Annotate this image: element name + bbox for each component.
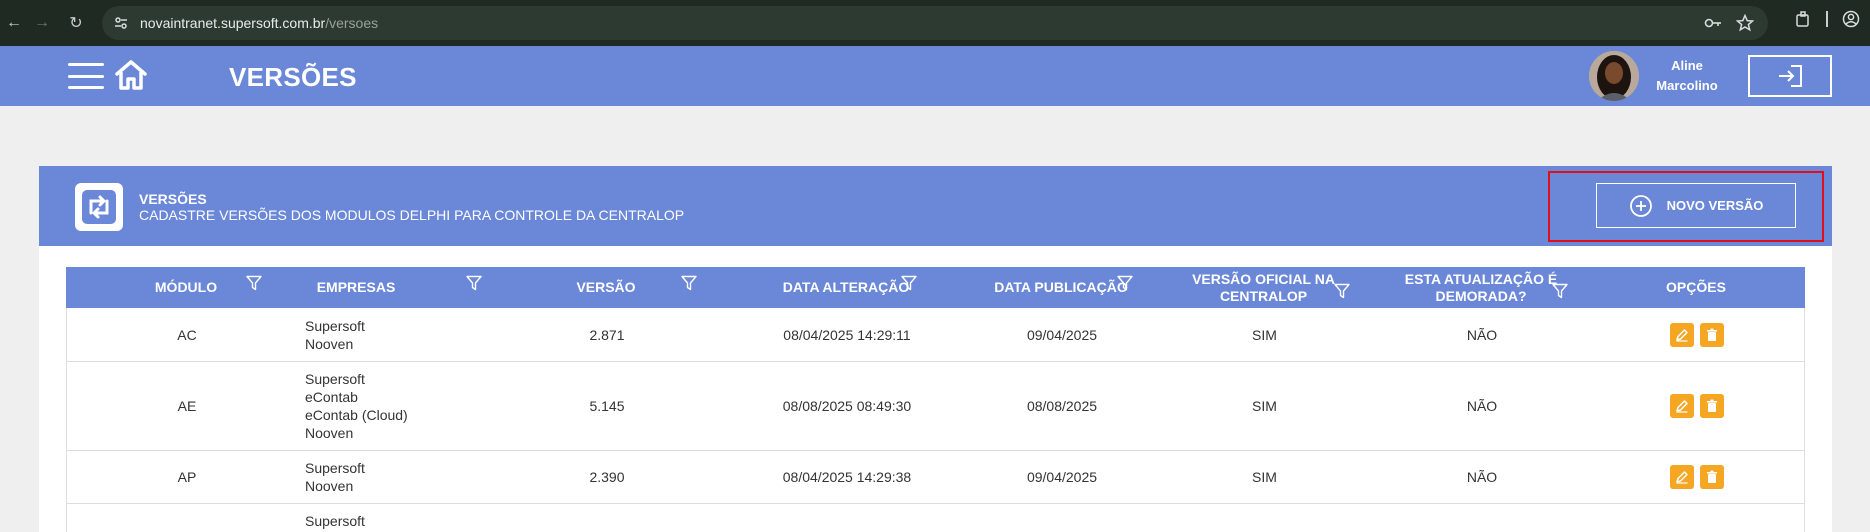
pencil-icon <box>1676 471 1688 484</box>
delete-button[interactable] <box>1700 394 1724 418</box>
logout-button[interactable] <box>1748 55 1832 97</box>
bookmark-star-icon[interactable] <box>1736 14 1754 32</box>
page-title: VERSÕES <box>229 62 357 92</box>
pencil-icon <box>1676 400 1688 413</box>
col-header-demorada[interactable]: ESTA ATUALIZAÇÃO É DEMORADA? <box>1391 267 1571 308</box>
delete-button[interactable] <box>1700 322 1724 347</box>
table-row: AP Supersoft Nooven 2.390 08/04/2025 14:… <box>66 451 1805 504</box>
empresa-item: eContab (Cloud) <box>305 407 408 423</box>
col-header-opcoes: OPÇÕES <box>1666 279 1726 295</box>
table-row: AC Supersoft Nooven 2.871 08/04/2025 14:… <box>66 308 1805 362</box>
cell-demorada: NÃO <box>1466 398 1498 414</box>
browser-toolbar: ← → ↻ novaintranet.supersoft.com.br/vers… <box>0 0 1870 46</box>
profile-icon[interactable] <box>1842 10 1860 28</box>
logout-icon <box>1779 65 1802 87</box>
table-row: AE Supersoft eContab eContab (Cloud) Noo… <box>66 362 1805 451</box>
card-subtitle: CADASTRE VERSÕES DOS MODULOS DELPHI PARA… <box>139 207 685 223</box>
cell-data-alteracao: 08/04/2025 14:29:11 <box>783 326 911 343</box>
cell-actions <box>1637 451 1757 503</box>
filter-icon[interactable] <box>901 275 917 291</box>
empresa-item: Supersoft <box>305 371 365 387</box>
filter-icon[interactable] <box>466 275 482 291</box>
extensions-icon[interactable] <box>1794 10 1812 28</box>
trash-icon <box>1707 328 1717 341</box>
empresa-item: Nooven <box>305 335 354 352</box>
toolbar-separator <box>1826 11 1828 27</box>
pencil-icon <box>1676 328 1688 342</box>
trash-icon <box>1707 470 1717 483</box>
edit-button[interactable] <box>1670 322 1694 347</box>
plus-circle-icon <box>1629 194 1652 217</box>
cell-versao: 2.871 <box>589 326 625 343</box>
url-host: novaintranet.supersoft.com.br <box>140 15 326 31</box>
filter-icon[interactable] <box>1117 275 1133 291</box>
filter-icon[interactable] <box>246 275 262 291</box>
cell-oficial: SIM <box>1252 469 1277 485</box>
url-path: /versoes <box>325 15 379 31</box>
filter-icon[interactable] <box>1552 283 1568 299</box>
user-last-name: Marcolino <box>1656 78 1718 93</box>
new-version-label: NOVO VERSÃO <box>1666 198 1764 213</box>
empresa-item: eContab <box>305 389 358 405</box>
delete-button[interactable] <box>1700 465 1724 489</box>
url-text: novaintranet.supersoft.com.br/versoes <box>140 15 378 31</box>
col-header-versao-oficial[interactable]: VERSÃO OFICIAL NA CENTRALOP <box>1176 267 1351 308</box>
cell-modulo: AE <box>177 398 197 414</box>
cell-demorada: NÃO <box>1466 326 1498 343</box>
reload-icon[interactable]: ↻ <box>62 9 90 37</box>
cell-versao: 5.145 <box>589 398 625 414</box>
user-first-name: Aline <box>1671 58 1703 73</box>
cell-oficial: SIM <box>1252 326 1277 343</box>
cell-data-publicacao: 09/04/2025 <box>1026 326 1098 343</box>
cell-empresas: Supersoft Nooven <box>305 308 505 361</box>
card-title: VERSÕES <box>139 191 207 207</box>
cell-actions <box>1637 308 1757 361</box>
home-icon[interactable] <box>114 59 148 91</box>
cell-data-publicacao: 08/08/2025 <box>1026 398 1098 414</box>
empresa-item: Nooven <box>305 425 354 441</box>
cell-demorada: NÃO <box>1466 469 1498 485</box>
address-bar[interactable]: novaintranet.supersoft.com.br/versoes <box>102 6 1768 40</box>
cell-data-alteracao: 08/08/2025 08:49:30 <box>782 398 912 414</box>
cell-modulo: AC <box>177 326 197 343</box>
app-header: VERSÕES Aline Marcolino <box>0 46 1870 106</box>
empresa-item: Supersoft <box>305 460 365 476</box>
site-settings-icon[interactable] <box>112 14 130 32</box>
edit-button[interactable] <box>1670 465 1694 489</box>
trash-icon <box>1707 399 1717 412</box>
cell-data-publicacao: 09/04/2025 <box>1026 469 1098 485</box>
empresa-item: Supersoft <box>305 513 365 529</box>
new-version-button[interactable]: NOVO VERSÃO <box>1596 183 1796 228</box>
cell-data-alteracao: 08/04/2025 14:29:38 <box>782 469 912 485</box>
forward-icon[interactable]: → <box>28 9 56 37</box>
password-key-icon[interactable] <box>1704 14 1722 32</box>
user-name: Aline Marcolino <box>1650 56 1724 96</box>
versions-table: MÓDULO EMPRESAS VERSÃO DATA ALTERAÇÃO DA… <box>66 267 1805 532</box>
filter-icon[interactable] <box>681 275 697 291</box>
cell-empresas: Supersoft eContab eContab (Cloud) Nooven <box>305 362 505 450</box>
empresa-item: Supersoft <box>305 317 365 334</box>
cell-empresas: Supersoft Nooven <box>305 451 505 503</box>
cell-actions <box>1637 362 1757 450</box>
table-row: Supersoft <box>66 504 1805 532</box>
cell-empresas: Supersoft <box>305 504 505 532</box>
edit-button[interactable] <box>1670 394 1694 418</box>
filter-icon[interactable] <box>1334 283 1350 299</box>
table-header: MÓDULO EMPRESAS VERSÃO DATA ALTERAÇÃO DA… <box>66 267 1805 308</box>
col-header-modulo[interactable]: MÓDULO <box>106 267 266 308</box>
sync-versions-icon <box>75 183 123 231</box>
col-header-versao[interactable]: VERSÃO <box>536 267 676 308</box>
empresa-item: Nooven <box>305 478 354 494</box>
versions-card: VERSÕES CADASTRE VERSÕES DOS MODULOS DEL… <box>39 166 1832 532</box>
cell-versao: 2.390 <box>589 469 625 485</box>
back-icon[interactable]: ← <box>0 9 28 37</box>
cell-oficial: SIM <box>1252 398 1277 414</box>
menu-icon[interactable] <box>68 63 104 89</box>
avatar[interactable] <box>1589 51 1639 101</box>
card-header: VERSÕES CADASTRE VERSÕES DOS MODULOS DEL… <box>39 166 1832 246</box>
col-header-empresas[interactable]: EMPRESAS <box>276 267 436 308</box>
cell-modulo: AP <box>177 469 197 485</box>
